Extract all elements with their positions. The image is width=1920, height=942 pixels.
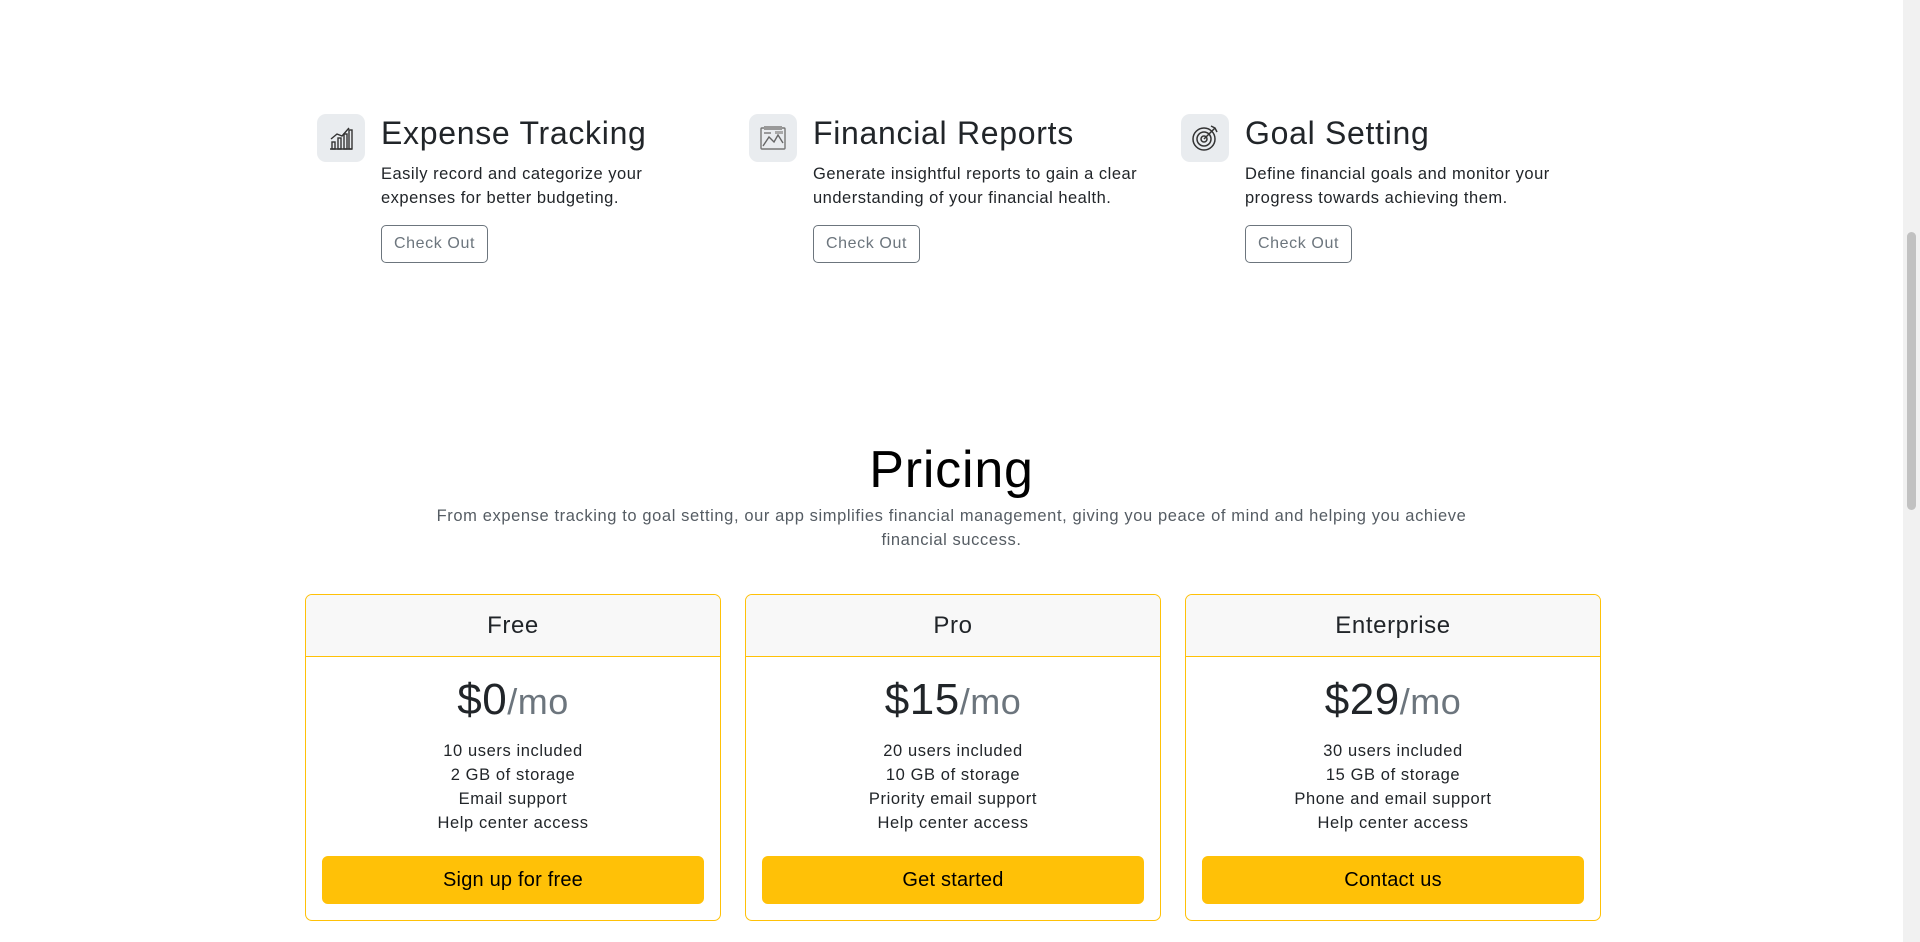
plan-features: 30 users included 15 GB of storage Phone… xyxy=(1186,739,1600,835)
feature-goal-setting: Goal Setting Define financial goals and … xyxy=(1181,114,1601,263)
plan-price: $15/mo xyxy=(746,673,1160,727)
price-period: /mo xyxy=(507,681,569,722)
bar-chart-icon xyxy=(317,114,365,162)
target-icon xyxy=(1181,114,1229,162)
plan-features: 10 users included 2 GB of storage Email … xyxy=(306,739,720,835)
feature-description: Define financial goals and monitor your … xyxy=(1245,165,1550,207)
scrollbar[interactable] xyxy=(1903,0,1920,942)
get-started-button[interactable]: Get started xyxy=(762,856,1144,904)
plan-name: Free xyxy=(306,595,720,657)
check-out-button[interactable]: Check Out xyxy=(381,225,488,263)
plan-feature-item: 30 users included xyxy=(1323,742,1463,760)
plan-feature-item: Help center access xyxy=(437,814,589,832)
price-amount: $29 xyxy=(1324,675,1400,724)
price-amount: $15 xyxy=(884,675,960,724)
plan-feature-item: Help center access xyxy=(1317,814,1469,832)
feature-title: Goal Setting xyxy=(1245,115,1430,151)
scrollbar-thumb[interactable] xyxy=(1907,232,1916,510)
plan-name: Pro xyxy=(746,595,1160,657)
pricing-card-pro: Pro $15/mo 20 users included 10 GB of st… xyxy=(745,594,1161,921)
feature-description: Generate insightful reports to gain a cl… xyxy=(813,165,1138,207)
check-out-button[interactable]: Check Out xyxy=(813,225,920,263)
report-image-icon xyxy=(749,114,797,162)
plan-price: $29/mo xyxy=(1186,673,1600,727)
feature-expense-tracking: Expense Tracking Easily record and categ… xyxy=(317,114,737,263)
pricing-subtitle: From expense tracking to goal setting, o… xyxy=(436,507,1467,549)
page: Expense Tracking Easily record and categ… xyxy=(0,0,1920,942)
feature-financial-reports: Financial Reports Generate insightful re… xyxy=(749,114,1169,263)
plan-feature-item: Help center access xyxy=(877,814,1029,832)
plan-feature-item: Priority email support xyxy=(868,790,1038,808)
plan-feature-item: 10 GB of storage xyxy=(885,766,1021,784)
plan-feature-item: 20 users included xyxy=(883,742,1023,760)
feature-description: Easily record and categorize your expens… xyxy=(381,165,643,207)
price-period: /mo xyxy=(959,681,1022,722)
pricing-title: Pricing xyxy=(869,441,1034,499)
plan-name: Enterprise xyxy=(1186,595,1600,657)
price-period: /mo xyxy=(1399,681,1462,722)
contact-us-button[interactable]: Contact us xyxy=(1202,856,1584,904)
feature-title: Financial Reports xyxy=(813,115,1074,151)
plan-feature-item: Phone and email support xyxy=(1294,790,1492,808)
price-amount: $0 xyxy=(457,675,508,724)
plan-feature-item: 10 users included xyxy=(443,742,583,760)
feature-title: Expense Tracking xyxy=(381,115,647,151)
plan-features: 20 users included 10 GB of storage Prior… xyxy=(746,739,1160,835)
plan-feature-item: 2 GB of storage xyxy=(450,766,576,784)
plan-price: $0/mo xyxy=(306,673,720,727)
pricing-card-free: Free $0/mo 10 users included 2 GB of sto… xyxy=(305,594,721,921)
sign-up-free-button[interactable]: Sign up for free xyxy=(322,856,704,904)
check-out-button[interactable]: Check Out xyxy=(1245,225,1352,263)
plan-feature-item: Email support xyxy=(458,790,568,808)
plan-feature-item: 15 GB of storage xyxy=(1325,766,1461,784)
pricing-card-enterprise: Enterprise $29/mo 30 users included 15 G… xyxy=(1185,594,1601,921)
